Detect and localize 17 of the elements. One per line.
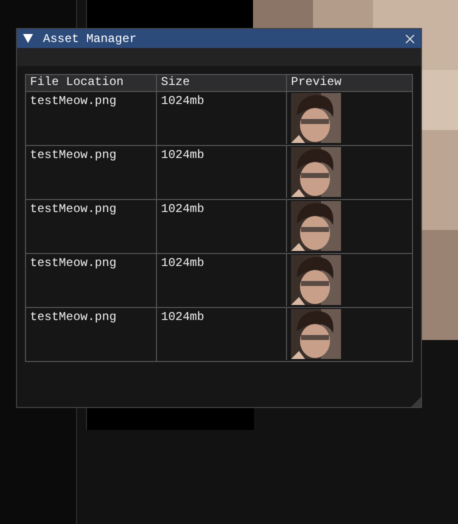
table-cell: 1024mb — [156, 308, 286, 361]
table-cell: 1024mb — [156, 92, 286, 145]
table-cell-text: testMeow.png — [29, 147, 118, 164]
window-title: Asset Manager — [43, 32, 138, 46]
table-cell-text: testMeow.png — [29, 93, 118, 110]
table-cell: 1024mb — [156, 200, 286, 253]
collapse-icon[interactable] — [23, 34, 33, 43]
resize-grip[interactable] — [411, 397, 421, 407]
close-icon[interactable] — [405, 34, 415, 44]
column-header[interactable]: Preview — [286, 75, 412, 91]
table-cell-text: testMeow.png — [29, 309, 118, 326]
table-cell: 1024mb — [156, 146, 286, 199]
table-cell: 1024mb — [156, 254, 286, 307]
table-cell-text: testMeow.png — [29, 201, 118, 218]
column-header[interactable]: File Location — [26, 75, 156, 91]
table-cell-text: testMeow.png — [29, 255, 118, 272]
column-header[interactable]: Size — [156, 75, 286, 91]
